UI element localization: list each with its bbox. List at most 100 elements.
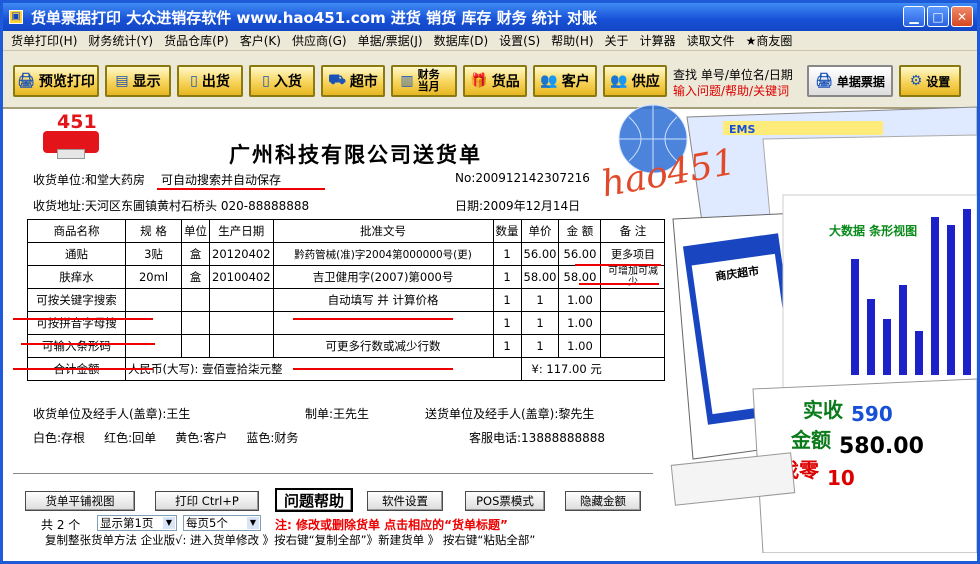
logo-451: 451 xyxy=(43,111,105,159)
search-hint-text[interactable]: 查找 单号/单位名/日期 xyxy=(673,67,793,83)
table-row[interactable]: 可输入条形码 可更多行数或减少行数 1 1 1.00 xyxy=(27,334,666,358)
cell[interactable]: 20ml xyxy=(125,265,182,289)
cell[interactable] xyxy=(272,311,494,335)
settings-button[interactable]: ⚙ 设置 xyxy=(899,65,961,97)
print-button[interactable]: 打印 Ctrl+P xyxy=(155,491,259,511)
menu-item-print[interactable]: 货单打印(H) xyxy=(11,32,77,49)
search-hint[interactable]: 查找 单号/单位名/日期 输入问题/帮助/关键词 xyxy=(673,67,793,99)
cell[interactable]: 盒 xyxy=(181,265,210,289)
cell[interactable]: 可按拼音字母搜 xyxy=(27,311,126,335)
menu-item-calculator[interactable]: 计算器 xyxy=(640,32,676,49)
page-select[interactable]: 显示第1页 ▼ xyxy=(97,515,177,531)
cell[interactable]: 可按关键字搜索 xyxy=(27,288,126,312)
cell[interactable]: 1 xyxy=(492,265,522,289)
document-icon: ▯ xyxy=(262,73,270,89)
cell[interactable] xyxy=(125,311,182,335)
cell[interactable] xyxy=(125,288,182,312)
pos-mode-button[interactable]: POS票模式 xyxy=(465,491,545,511)
supermarket-button[interactable]: ⛟ 超市 xyxy=(321,65,385,97)
cell[interactable]: 58.00 xyxy=(520,265,560,289)
cell[interactable]: 通贴 xyxy=(27,242,126,266)
display-button[interactable]: ▤ 显示 xyxy=(105,65,171,97)
per-page-select[interactable]: 每页5个 ▼ xyxy=(183,515,261,531)
help-button[interactable]: 问题帮助 xyxy=(275,488,353,512)
menu-item-read-file[interactable]: 读取文件 xyxy=(687,32,735,49)
receiver-field[interactable]: 收货单位:和堂大药房 xyxy=(33,171,145,188)
cell[interactable] xyxy=(181,288,210,312)
chevron-down-icon: ▼ xyxy=(247,517,259,529)
logo-number: 451 xyxy=(57,111,97,133)
total-count: 共 2 个 xyxy=(41,518,81,532)
menu-item-circle[interactable]: ★商友圈 xyxy=(746,32,793,49)
display-icon: ▤ xyxy=(115,73,129,89)
close-button[interactable]: ✕ xyxy=(951,6,973,27)
menu-item-supplier[interactable]: 供应商(G) xyxy=(292,32,347,49)
cell[interactable] xyxy=(209,334,274,358)
menu-item-customer[interactable]: 客户(K) xyxy=(240,32,281,49)
table-row[interactable]: 通贴 3贴 盒 20120402 黔药管械(准)字2004第000000号(更)… xyxy=(27,242,666,266)
table-header-row: 商品名称 规 格 单位 生产日期 批准文号 数量 单价 金 额 备 注 xyxy=(27,219,666,243)
chevron-down-icon: ▼ xyxy=(163,517,175,529)
cell[interactable]: 1 xyxy=(492,311,522,335)
cell[interactable]: 自动填写 并 计算价格 xyxy=(272,288,494,312)
table-row[interactable]: 可按关键字搜索 自动填写 并 计算价格 1 1 1.00 xyxy=(27,288,666,312)
sender-signature: 送货单位及经手人(盖章):黎先生 xyxy=(425,407,595,421)
cell[interactable] xyxy=(209,311,274,335)
flat-view-button[interactable]: 货单平铺视图 xyxy=(25,491,135,511)
menu-item-finance[interactable]: 财务统计(Y) xyxy=(88,32,153,49)
document-number: No:200912142307216 xyxy=(455,171,590,185)
cell[interactable]: 黔药管械(准)字2004第000000号(更) xyxy=(272,242,494,266)
cell[interactable]: 1 xyxy=(492,334,522,358)
menu-item-about[interactable]: 关于 xyxy=(605,32,629,49)
preview-print-button[interactable]: 🖨 预览打印 xyxy=(13,65,99,97)
amount-value: 580.00 xyxy=(839,434,924,459)
menu-item-help[interactable]: 帮助(H) xyxy=(551,32,593,49)
cell[interactable]: 1 xyxy=(520,334,560,358)
finance-month-button[interactable]: ▥ 财务当月 xyxy=(391,65,457,97)
bill-receipt-button[interactable]: 🖨 单据票据 xyxy=(807,65,893,97)
printer-icon: 🖨 xyxy=(17,73,35,89)
customer-button[interactable]: 👥 客户 xyxy=(533,65,597,97)
cell[interactable]: 肤痒水 xyxy=(27,265,126,289)
paid-label: 实收 xyxy=(803,398,843,422)
amount-label: 金额 xyxy=(790,428,831,452)
date-field[interactable]: 日期:2009年12月14日 xyxy=(455,197,580,214)
maximize-button[interactable]: □ xyxy=(927,6,949,27)
cell[interactable]: 盒 xyxy=(181,242,210,266)
cell[interactable]: 20100402 xyxy=(209,265,274,289)
cell[interactable]: 1 xyxy=(520,288,560,312)
software-settings-button[interactable]: 软件设置 xyxy=(367,491,443,511)
inbound-button[interactable]: ▯ 入货 xyxy=(249,65,315,97)
menu-item-warehouse[interactable]: 货品仓库(P) xyxy=(164,32,229,49)
cell[interactable]: 3贴 xyxy=(125,242,182,266)
cell[interactable] xyxy=(181,334,210,358)
cell[interactable] xyxy=(181,311,210,335)
supplier-button[interactable]: 👥 供应 xyxy=(603,65,667,97)
minimize-button[interactable]: ▁ xyxy=(903,6,925,27)
cell[interactable]: 56.00 xyxy=(520,242,560,266)
cell[interactable] xyxy=(125,334,182,358)
table-row[interactable]: 可按拼音字母搜 1 1 1.00 xyxy=(27,311,666,335)
goods-button[interactable]: 🎁 货品 xyxy=(463,65,527,97)
cell[interactable]: 吉卫健用字(2007)第000号 xyxy=(272,265,494,289)
cell[interactable]: 1 xyxy=(520,311,560,335)
window-title: 货单票据打印 大众进销存软件 www.hao451.com 进货 销货 库存 财… xyxy=(31,8,598,27)
paid-value: 590 xyxy=(851,402,893,426)
menu-item-database[interactable]: 数据库(D) xyxy=(434,32,489,49)
cell[interactable]: 1 xyxy=(492,288,522,312)
cell[interactable]: 可输入条形码 xyxy=(27,334,126,358)
cell[interactable]: 1 xyxy=(492,242,522,266)
people-icon: 👥 xyxy=(540,73,558,89)
cell[interactable]: 可更多行数或减少行数 xyxy=(272,334,494,358)
col-header: 生产日期 xyxy=(209,219,274,243)
cell[interactable]: 20120402 xyxy=(209,242,274,266)
menu-item-settings[interactable]: 设置(S) xyxy=(499,32,540,49)
col-header: 批准文号 xyxy=(272,219,494,243)
cell[interactable] xyxy=(209,288,274,312)
title-bar: ▣ 货单票据打印 大众进销存软件 www.hao451.com 进货 销货 库存… xyxy=(3,3,977,31)
help-hint-text[interactable]: 输入问题/帮助/关键词 xyxy=(673,83,793,99)
menu-item-receipts[interactable]: 单据/票据(J) xyxy=(358,32,423,49)
outbound-button[interactable]: ▯ 出货 xyxy=(177,65,243,97)
table-row[interactable]: 肤痒水 20ml 盒 20100402 吉卫健用字(2007)第000号 1 5… xyxy=(27,265,666,289)
address-field[interactable]: 收货地址:天河区东圃镇黄村石桥头 020-88888888 xyxy=(33,197,309,214)
